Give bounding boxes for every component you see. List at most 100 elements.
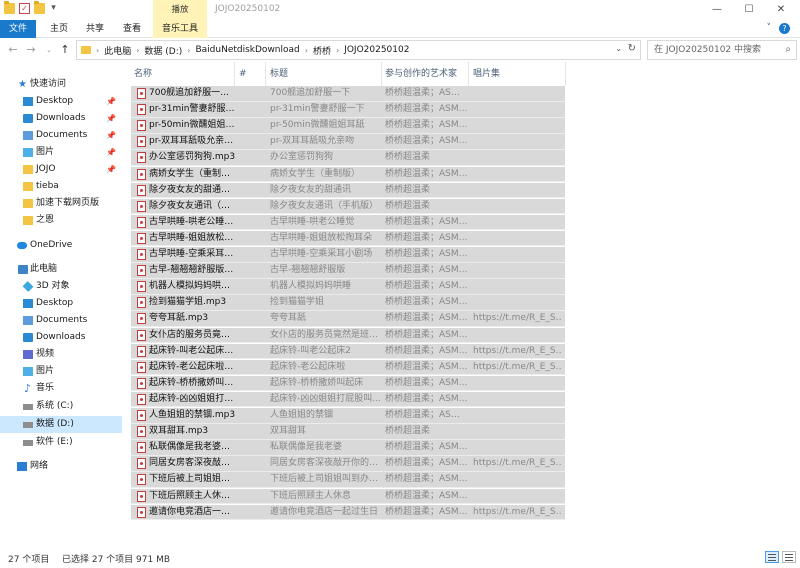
breadcrumb[interactable]: 数据 (D:) <box>144 44 182 57</box>
table-row[interactable]: 夸夸耳舐.mp3 夸夸耳舐 桥桥超温柔；ASM… https://t.me/R_E_S… <box>131 311 565 327</box>
file-name: 机器人模拟妈妈哄… <box>149 281 231 292</box>
refresh-icon[interactable]: ↻ <box>628 43 636 54</box>
large-icons-view-icon[interactable] <box>782 551 796 563</box>
chevron-down-icon[interactable]: ⌄ <box>615 44 622 53</box>
table-row[interactable]: 捡到猫猫学姐.mp3 捡到猫猫学姐 桥桥超温柔；ASM… <box>131 295 565 311</box>
audio-file-icon <box>137 297 146 309</box>
table-row[interactable]: 双耳甜耳.mp3 双耳甜耳 桥桥超温柔 <box>131 424 565 440</box>
breadcrumb[interactable]: BaiduNetdiskDownload <box>195 45 299 55</box>
tab-share[interactable]: 共享 <box>80 20 110 38</box>
nav-item-jojo[interactable]: JOJO 📌 <box>0 161 122 178</box>
table-row[interactable]: 机器人模拟妈妈哄… 机器人模拟妈妈哄睡 桥桥超温柔；ASM… <box>131 279 565 295</box>
file-title: 下班后被上司姐姐叫到办… <box>270 474 379 485</box>
maximize-button[interactable]: ☐ <box>732 0 766 20</box>
table-row[interactable]: 古早哄睡-空乘采耳… 古早哄睡-空乘采耳小剧场 桥桥超温柔；ASM… <box>131 247 565 263</box>
up-button[interactable]: ↑ <box>58 43 72 57</box>
nav-item-pc-pictures[interactable]: 图片 <box>0 363 122 380</box>
table-row[interactable]: 除夕夜女友的甜通… 除夕夜女友的甜通讯 桥桥超温柔 <box>131 182 565 199</box>
recent-locations-icon[interactable]: ⌄ <box>42 43 56 57</box>
table-row[interactable]: 除夕夜女友通讯（… 除夕夜女友通讯（手机版） 桥桥超温柔 <box>131 198 565 215</box>
table-row[interactable]: 病娇女学生（重制… 病娇女学生（重制版） 桥桥超温柔；ASM… <box>131 166 565 182</box>
expand-ribbon-icon[interactable]: ˅ <box>767 23 772 34</box>
tab-music-tools[interactable]: 音乐工具 <box>153 20 207 38</box>
nav-item-downloads[interactable]: Downloads 📌 <box>0 110 122 127</box>
nav-item-drive-d[interactable]: 数据 (D:) <box>0 416 122 433</box>
nav-item-documents[interactable]: Documents 📌 <box>0 127 122 144</box>
breadcrumb[interactable]: 此电脑 <box>104 44 131 57</box>
back-button[interactable]: ← <box>6 43 20 57</box>
table-row[interactable]: 人鱼姐姐的禁锢.mp3 人鱼姐姐的禁锢 桥桥超温柔；AS… <box>131 408 565 424</box>
nav-item-pc-documents[interactable]: Documents <box>0 312 122 329</box>
nav-item-3d-objects[interactable]: 3D 对象 <box>0 278 122 295</box>
column-header-title[interactable]: 标题 <box>267 62 382 86</box>
table-row[interactable]: 同居女房客深夜敲… 同居女房客深夜敲开你的… 桥桥超温柔；ASM… https://t… <box>131 456 565 472</box>
minimize-button[interactable]: — <box>700 0 734 20</box>
tab-view[interactable]: 查看 <box>117 20 147 38</box>
table-row[interactable]: pr-31min警妻舒服… pr-31min警妻舒服一下 桥桥超温柔；ASM… <box>131 102 565 118</box>
nav-item-desktop[interactable]: Desktop 📌 <box>0 93 122 110</box>
column-header-name[interactable]: 名称 <box>131 62 235 86</box>
new-folder-icon[interactable] <box>34 1 45 14</box>
column-header-album[interactable]: 唱片集 <box>470 62 566 86</box>
tab-file[interactable]: 文件 <box>0 20 36 38</box>
table-row[interactable]: 起床铃-桥桥撒娇叫… 起床铃-桥桥撒娇叫起床 桥桥超温柔；ASM… <box>131 375 565 392</box>
nav-item-drive-e[interactable]: 软件 (E:) <box>0 434 122 451</box>
table-row[interactable]: 起床铃-老公起床啦… 起床铃-老公起床啦 桥桥超温柔；ASM… https://t.m… <box>131 359 565 376</box>
nav-item-zhien[interactable]: 之恩 <box>0 212 122 229</box>
help-icon[interactable]: ? <box>779 23 790 34</box>
table-row[interactable]: 邀请你电竞酒店一… 邀请你电竞酒店一起过生日 桥桥超温柔；ASM… https://t… <box>131 504 565 521</box>
properties-icon[interactable]: ✓ <box>19 3 30 14</box>
details-view-icon[interactable] <box>765 551 779 563</box>
customize-toolbar-icon[interactable]: ▾ <box>49 3 58 14</box>
nav-quick-access[interactable]: ★ 快速访问 <box>0 76 122 93</box>
column-header-number[interactable]: # <box>236 62 266 86</box>
chevron-right-icon[interactable]: › <box>96 46 99 55</box>
table-row[interactable]: 私联偶像是我老婆… 私联偶像是我老婆 桥桥超温柔；ASM… <box>131 440 565 456</box>
file-title: 双耳甜耳 <box>270 426 307 437</box>
audio-file-icon <box>137 313 146 325</box>
forward-button[interactable]: → <box>24 43 38 57</box>
table-row[interactable]: 起床铃-叫老公起床… 起床铃-叫老公起床2 桥桥超温柔；ASM… https://t.… <box>131 343 565 360</box>
nav-onedrive[interactable]: OneDrive <box>0 237 122 254</box>
table-row[interactable]: 古早哄睡-姐姐放松… 古早哄睡-姐姐放松掏耳朵 桥桥超温柔；ASM… <box>131 230 565 247</box>
nav-network[interactable]: 网络 <box>0 458 122 475</box>
search-input[interactable]: 在 JOJO20250102 中搜索 ⌕ <box>647 40 797 60</box>
chevron-right-icon[interactable]: › <box>336 46 339 55</box>
table-row[interactable]: 700舰追加舒服一… 700舰追加舒服一下 桥桥超温柔；AS… <box>131 86 565 102</box>
chevron-right-icon[interactable]: › <box>187 46 190 55</box>
table-row[interactable]: 女仆店的服务员竟… 女仆店的服务员竟然是班… 桥桥超温柔；ASM… <box>131 327 565 343</box>
table-row[interactable]: pr-50min微醺姐姐… pr-50min微醺姐姐耳舐 桥桥超温柔；ASM… <box>131 118 565 134</box>
nav-item-tieba[interactable]: tieba <box>0 178 122 195</box>
breadcrumb[interactable]: JOJO20250102 <box>344 45 409 55</box>
file-artist: 桥桥超温柔；ASM… <box>385 506 468 517</box>
table-row[interactable]: 古早哄睡-哄老公睡… 古早哄睡-哄老公睡觉 桥桥超温柔；ASM… <box>131 214 565 231</box>
table-row[interactable]: 下班后被上司姐姐… 下班后被上司姐姐叫到办… 桥桥超温柔；ASM… <box>131 472 565 488</box>
chevron-right-icon[interactable]: › <box>136 46 139 55</box>
chevron-right-icon[interactable]: › <box>305 46 308 55</box>
address-bar[interactable]: › 此电脑 › 数据 (D:) › BaiduNetdiskDownload ›… <box>76 40 641 60</box>
nav-item-music[interactable]: ♪ 音乐 <box>0 380 122 397</box>
table-row[interactable]: 起床铃-凶凶姐姐打… 起床铃-凶凶姐姐打屁股叫… 桥桥超温柔；ASM… <box>131 391 565 408</box>
nav-item-pc-downloads[interactable]: Downloads <box>0 329 122 346</box>
search-icon[interactable]: ⌕ <box>785 41 791 59</box>
breadcrumb[interactable]: 桥桥 <box>313 44 331 57</box>
nav-item-pictures[interactable]: 图片 📌 <box>0 144 122 161</box>
nav-this-pc[interactable]: 此电脑 <box>0 261 122 278</box>
audio-file-icon <box>137 281 146 293</box>
nav-item-accelerated-download[interactable]: 加速下载网页版 <box>0 195 122 212</box>
tab-home[interactable]: 主页 <box>44 20 74 38</box>
file-title: 同居女房客深夜敲开你的… <box>270 458 379 469</box>
nav-item-videos[interactable]: 视频 <box>0 346 122 363</box>
file-artist: 桥桥超温柔；ASM… <box>385 249 468 259</box>
explorer-window: ✓ ▾ 播放 JOJO20250102 — ☐ ✕ 文件 主页 共享 查看 音乐… <box>0 0 800 568</box>
nav-item-pc-desktop[interactable]: Desktop <box>0 295 122 312</box>
table-row[interactable]: pr-双耳耳舐吸允亲… pr-双耳耳舐吸允亲吻 桥桥超温柔；ASM… <box>131 134 565 150</box>
table-row[interactable]: 下班后照顾主人休… 下班后照顾主人休息 桥桥超温柔；ASM… <box>131 488 565 504</box>
context-tab-label[interactable]: 播放 <box>153 0 207 20</box>
file-name: 起床铃-老公起床啦… <box>149 361 234 372</box>
table-row[interactable]: 办公室惩罚狗狗.mp3 办公室惩罚狗狗 桥桥超温柔 <box>131 150 565 166</box>
close-button[interactable]: ✕ <box>764 0 798 20</box>
table-row[interactable]: 古早-翘翘翘舒服版… 古早-翘翘翘舒服版 桥桥超温柔；ASM… <box>131 263 565 279</box>
column-header-artist[interactable]: 参与创作的艺术家 <box>382 62 469 86</box>
nav-item-drive-c[interactable]: 系统 (C:) <box>0 398 122 415</box>
